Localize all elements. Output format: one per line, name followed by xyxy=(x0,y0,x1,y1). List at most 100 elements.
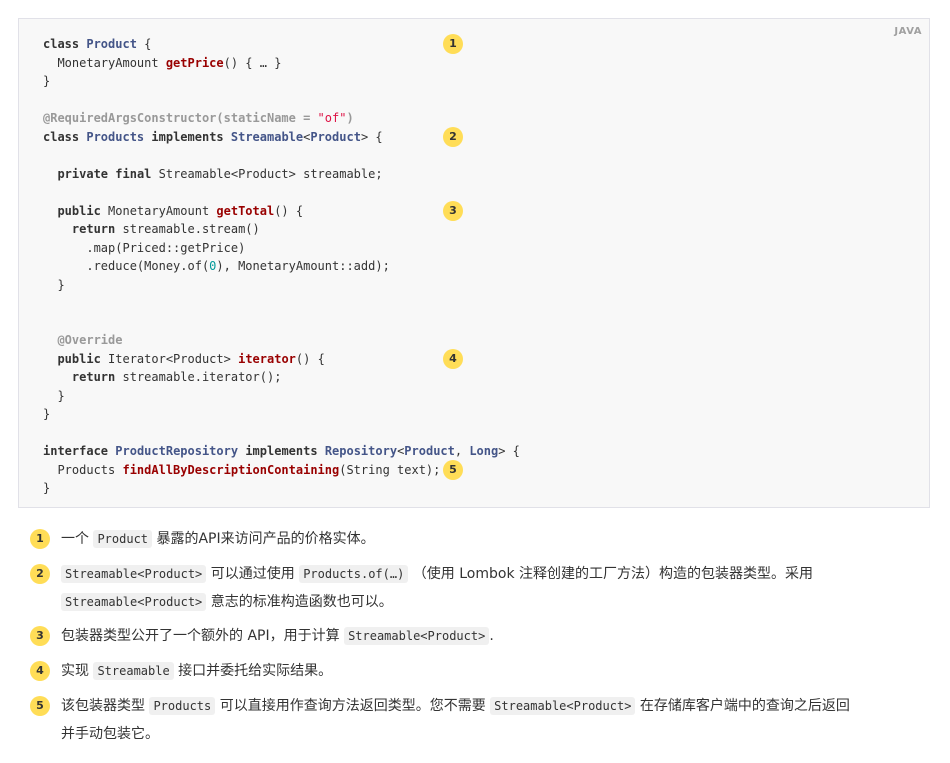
code-token: class xyxy=(43,37,80,51)
callout-text-line: 并手动包装它。 xyxy=(61,720,931,748)
callout-list-text: 一个 Product 暴露的API来访问产品的价格实体。 xyxy=(61,525,931,553)
callout-text-line: 包装器类型公开了一个额外的 API，用于计算 Streamable<Produc… xyxy=(61,622,931,650)
code-line: class Product { xyxy=(43,35,151,53)
code-token: .reduce(Money.of( xyxy=(43,259,210,273)
callout-text-line: 实现 Streamable 接口并委托给实际结果。 xyxy=(61,657,931,685)
inline-code: Streamable<Product> xyxy=(61,593,207,611)
code-callout-badge: 5 xyxy=(443,459,463,480)
code-token: MonetaryAmount xyxy=(100,203,217,218)
inline-code: Streamable<Product> xyxy=(344,627,490,645)
code-token: Products xyxy=(86,129,145,144)
text-segment: 并手动包装它。 xyxy=(61,726,159,742)
callout-text-line: 该包装器类型 Products 可以直接用作查询方法返回类型。您不需要 Stre… xyxy=(61,692,931,720)
code-line: } xyxy=(43,405,50,423)
code-token: Streamable<Product> streamable; xyxy=(151,166,383,181)
code-token: getTotal xyxy=(216,203,275,218)
code-token: final xyxy=(115,166,152,181)
code-token: () { xyxy=(274,203,304,218)
inline-code: Products xyxy=(149,697,216,715)
inline-code: Products.of(…) xyxy=(299,565,409,583)
inline-code: Streamable<Product> xyxy=(490,697,636,715)
code-line: return streamable.stream() xyxy=(43,220,260,238)
code-token: implements xyxy=(245,444,318,458)
code-token: ProductRepository xyxy=(115,444,239,458)
code-token: } xyxy=(43,277,65,292)
text-segment: （使用 Lombok 注释创建的工厂方法）构造的包装器类型。采用 xyxy=(408,566,814,582)
callout-list-badge: 3 xyxy=(30,626,50,646)
text-segment: 在存储库客户端中的查询之后返回 xyxy=(635,698,850,714)
code-callout-badge: 4 xyxy=(443,348,463,369)
code-line: .reduce(Money.of(0), MonetaryAmount::add… xyxy=(43,257,389,275)
code-line: private final Streamable<Product> stream… xyxy=(43,165,383,183)
code-token: Streamable xyxy=(230,129,304,144)
callout-list-text: 该包装器类型 Products 可以直接用作查询方法返回类型。您不需要 Stre… xyxy=(61,692,931,748)
code-token: return xyxy=(71,222,116,236)
inline-code: Product xyxy=(93,530,153,548)
code-line: } xyxy=(43,387,65,405)
code-token: findAllByDescriptionContaining xyxy=(122,462,340,477)
code-line: class Products implements Streamable<Pro… xyxy=(43,128,383,146)
code-token: @RequiredArgsConstructor(staticName = xyxy=(43,111,318,125)
code-line: public Iterator<Product> iterator() { xyxy=(43,350,324,368)
inline-code: Streamable<Product> xyxy=(61,565,207,583)
code-token: public xyxy=(57,351,101,366)
code-line: interface ProductRepository implements R… xyxy=(43,442,520,460)
code-line: MonetaryAmount getPrice() { … } xyxy=(43,54,281,72)
code-token: iterator xyxy=(238,351,296,366)
code-callout-badge: 3 xyxy=(443,200,463,221)
code-token: streamable.iterator(); xyxy=(115,370,282,384)
code-token: public xyxy=(57,203,101,218)
text-segment: 一个 xyxy=(61,531,94,547)
code-token: Iterator<Product> xyxy=(100,351,239,366)
code-callout-badge: 1 xyxy=(443,34,463,54)
code-token: MonetaryAmount xyxy=(43,55,166,70)
text-segment: 可以通过使用 xyxy=(206,566,300,582)
code-token: } xyxy=(43,388,65,403)
text-segment: 接口并委托给实际结果。 xyxy=(173,663,333,679)
callout-list-badge: 4 xyxy=(30,661,50,681)
code-token: } xyxy=(43,407,51,421)
code-token: > { xyxy=(360,129,383,144)
callout-list-text: Streamable<Product> 可以通过使用 Products.of(…… xyxy=(61,560,931,616)
text-segment: . xyxy=(489,628,494,644)
code-line: public MonetaryAmount getTotal() { xyxy=(43,202,303,220)
code-token: } xyxy=(43,74,51,88)
code-token: private xyxy=(57,166,109,181)
code-token: () { … } xyxy=(223,55,282,70)
code-token: } xyxy=(43,481,51,495)
code-line: @RequiredArgsConstructor(staticName = "o… xyxy=(43,109,354,127)
code-line: } xyxy=(43,276,65,294)
callout-text-line: Streamable<Product> 意志的标准构造函数也可以。 xyxy=(61,588,931,616)
callout-list-text: 实现 Streamable 接口并委托给实际结果。 xyxy=(61,657,931,685)
text-segment: 包装器类型公开了一个额外的 API，用于计算 xyxy=(61,628,345,644)
inline-code: Streamable xyxy=(93,662,174,680)
code-token: Product xyxy=(310,129,361,144)
code-token: @Override xyxy=(57,333,123,347)
code-block: JAVA class Product { MonetaryAmount getP… xyxy=(18,18,930,508)
code-language-label: JAVA xyxy=(894,26,922,37)
code-line: return streamable.iterator(); xyxy=(43,368,282,386)
callout-list-badge: 5 xyxy=(30,696,50,716)
code-line: } xyxy=(43,479,50,497)
callout-text-line: 一个 Product 暴露的API来访问产品的价格实体。 xyxy=(61,525,931,553)
code-token: streamable.stream() xyxy=(115,222,260,236)
code-token: > { xyxy=(498,444,520,458)
code-token: Product xyxy=(404,444,455,458)
code-token: getPrice xyxy=(165,55,224,70)
text-segment: 可以直接用作查询方法返回类型。您不需要 xyxy=(215,698,491,714)
code-token: .map(Priced::getPrice) xyxy=(43,240,246,255)
code-token: class xyxy=(43,129,80,144)
code-callout-badge: 2 xyxy=(443,126,463,147)
text-segment: 实现 xyxy=(61,663,94,679)
callout-text-line: Streamable<Product> 可以通过使用 Products.of(…… xyxy=(61,560,931,588)
code-token: (String text); xyxy=(339,462,441,477)
code-token: Long xyxy=(469,444,499,458)
code-token: return xyxy=(71,370,116,384)
callout-list-text: 包装器类型公开了一个额外的 API，用于计算 Streamable<Produc… xyxy=(61,622,931,650)
